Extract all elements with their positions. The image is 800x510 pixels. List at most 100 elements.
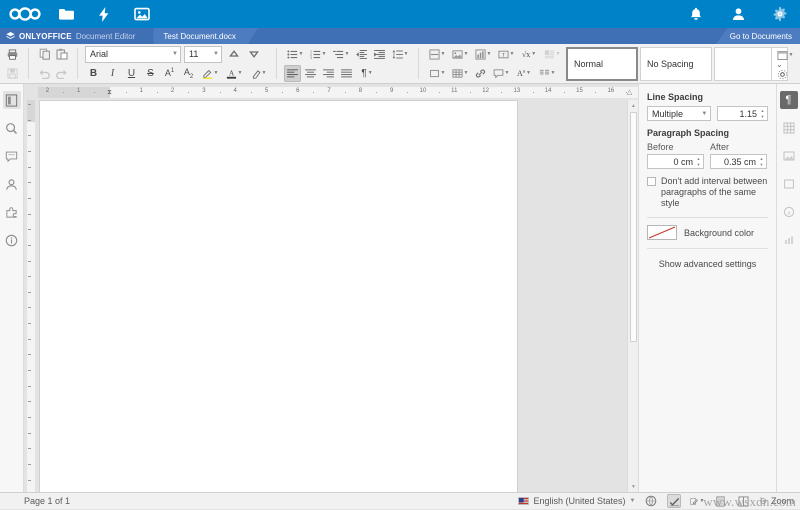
view-settings-button[interactable]: ▼: [774, 47, 796, 64]
sidebar-item-plugins[interactable]: [3, 203, 21, 221]
rsidebar-item-paragraph[interactable]: ¶: [779, 91, 798, 109]
background-color-row[interactable]: Background color: [647, 225, 768, 240]
settings-gear-icon[interactable]: [770, 4, 790, 24]
align-center-button[interactable]: [302, 65, 319, 82]
clear-style-button[interactable]: ▼: [247, 65, 269, 82]
document-language[interactable]: English (United States) ▼: [518, 496, 635, 506]
underline-button[interactable]: U: [123, 65, 140, 82]
insert-equation-button[interactable]: √x ▼: [518, 46, 540, 63]
insert-chart-button[interactable]: ▼: [472, 46, 494, 63]
rsidebar-item-chart[interactable]: [780, 231, 798, 249]
contacts-person-icon[interactable]: [728, 4, 748, 24]
ruler-tick: [532, 92, 534, 93]
increase-indent-button[interactable]: [371, 46, 388, 63]
vertical-scrollbar-thumb[interactable]: [630, 112, 637, 342]
superscript-button[interactable]: A1: [161, 65, 178, 82]
fit-width-button[interactable]: [736, 494, 750, 508]
document-page[interactable]: [40, 101, 517, 492]
decrease-font-size-icon[interactable]: [245, 46, 262, 63]
save-icon[interactable]: [4, 65, 21, 82]
scroll-down-icon[interactable]: ▼: [628, 481, 639, 492]
copy-icon[interactable]: [36, 46, 53, 63]
nonprinting-characters-button[interactable]: ¶ ▼: [356, 65, 378, 82]
insert-textbox-button[interactable]: T ▼: [495, 46, 517, 63]
line-spacing-value-input[interactable]: 1.15 ▲ ▼: [717, 106, 768, 121]
subscript-button[interactable]: A2: [180, 65, 197, 82]
decrease-indent-button[interactable]: [353, 46, 370, 63]
align-right-button[interactable]: [320, 65, 337, 82]
font-name-select[interactable]: Arial ▼: [85, 45, 181, 63]
set-document-language-button[interactable]: [644, 494, 658, 508]
background-color-swatch[interactable]: [647, 225, 677, 240]
insert-hyperlink-button[interactable]: [472, 65, 489, 82]
stepper-arrows-icon[interactable]: ▲ ▼: [695, 156, 702, 168]
stepper-arrows-icon[interactable]: ▲ ▼: [758, 156, 765, 168]
paste-icon[interactable]: [53, 46, 70, 63]
font-size-select[interactable]: 11 ▼: [184, 45, 222, 63]
advanced-settings-button[interactable]: [774, 66, 791, 83]
no-interval-option[interactable]: Don't add interval between paragraphs of…: [647, 176, 768, 209]
increase-font-size-icon[interactable]: [225, 46, 242, 63]
line-spacing-rule-select[interactable]: Multiple ▼: [647, 106, 712, 121]
right-indent-marker[interactable]: △: [626, 87, 633, 98]
insert-page-break-button[interactable]: ▼: [426, 46, 448, 63]
horizontal-ruler[interactable]: 2 1 1 2 3 4 5 6 7 8 9 10 11 12 13 14 15 16 ⧗ △: [38, 87, 638, 98]
sidebar-item-collaboration[interactable]: [3, 175, 21, 193]
sidebar-item-comments[interactable]: [3, 147, 21, 165]
insert-textart-button[interactable]: Aa ▼: [513, 65, 535, 82]
left-indent-marker[interactable]: ⧗: [106, 87, 113, 98]
document-tab[interactable]: Test Document.docx: [153, 28, 257, 44]
photos-app-icon[interactable]: [132, 4, 152, 24]
vertical-ruler[interactable]: [24, 100, 38, 492]
print-icon[interactable]: [4, 46, 21, 63]
sidebar-item-navigation[interactable]: [2, 91, 21, 109]
show-advanced-settings-link[interactable]: Show advanced settings: [647, 259, 768, 269]
strikethrough-button[interactable]: S: [142, 65, 159, 82]
spell-checking-button[interactable]: [667, 494, 682, 508]
document-canvas[interactable]: [38, 100, 627, 492]
align-justify-button[interactable]: [338, 65, 355, 82]
line-spacing-button[interactable]: ▼: [389, 46, 411, 63]
rsidebar-item-shape[interactable]: [780, 175, 798, 193]
vertical-scrollbar[interactable]: ▲ ▼: [627, 100, 638, 492]
highlight-color-button[interactable]: ▼: [199, 65, 221, 82]
insert-shape-button[interactable]: ▼: [426, 65, 448, 82]
spacing-after-input[interactable]: 0.35 cm ▲ ▼: [710, 154, 767, 169]
go-to-documents-link[interactable]: Go to Documents: [715, 28, 800, 44]
insert-image-button[interactable]: ▼: [449, 46, 471, 63]
bold-button[interactable]: B: [85, 65, 102, 82]
no-interval-checkbox[interactable]: [647, 177, 656, 186]
nextcloud-logo-icon[interactable]: [8, 4, 42, 24]
insert-comment-button[interactable]: ▼: [490, 65, 512, 82]
redo-icon[interactable]: [53, 65, 70, 82]
align-left-button[interactable]: [284, 64, 301, 82]
rsidebar-item-table[interactable]: [780, 119, 798, 137]
font-color-button[interactable]: A ▼: [223, 65, 245, 82]
style-normal[interactable]: Normal: [566, 47, 638, 81]
rsidebar-item-textart[interactable]: a: [780, 203, 798, 221]
fit-page-button[interactable]: [713, 494, 727, 508]
sidebar-item-search[interactable]: [3, 119, 21, 137]
numbering-button[interactable]: 123 ▼: [307, 46, 329, 63]
rsidebar-item-image[interactable]: [780, 147, 798, 165]
scroll-up-icon[interactable]: ▲: [628, 100, 639, 111]
italic-button[interactable]: I: [104, 65, 121, 82]
multilevel-list-button[interactable]: ▼: [330, 46, 352, 63]
spacing-before-input[interactable]: 0 cm ▲ ▼: [647, 154, 704, 169]
bullets-button[interactable]: ▼: [284, 46, 306, 63]
insert-columns-button[interactable]: ▼: [536, 65, 558, 82]
activity-app-icon[interactable]: [94, 4, 114, 24]
zoom-out-icon[interactable]: ⊖: [759, 496, 767, 507]
zoom-controls[interactable]: ⊖ Zoom: [759, 496, 794, 507]
notifications-bell-icon[interactable]: [686, 4, 706, 24]
style-no-spacing[interactable]: No Spacing: [640, 47, 712, 81]
sidebar-item-about[interactable]: [3, 231, 21, 249]
review-mode-button[interactable]: ▼: [690, 494, 704, 508]
insert-table-button[interactable]: ▼: [449, 65, 471, 82]
font-size-value: 11: [189, 49, 199, 59]
files-app-icon[interactable]: [56, 4, 76, 24]
undo-icon[interactable]: [36, 65, 53, 82]
insert-dropcap-button[interactable]: ▼: [541, 46, 563, 63]
style-blank[interactable]: [714, 47, 772, 81]
stepper-arrows-icon[interactable]: ▲ ▼: [759, 108, 766, 120]
